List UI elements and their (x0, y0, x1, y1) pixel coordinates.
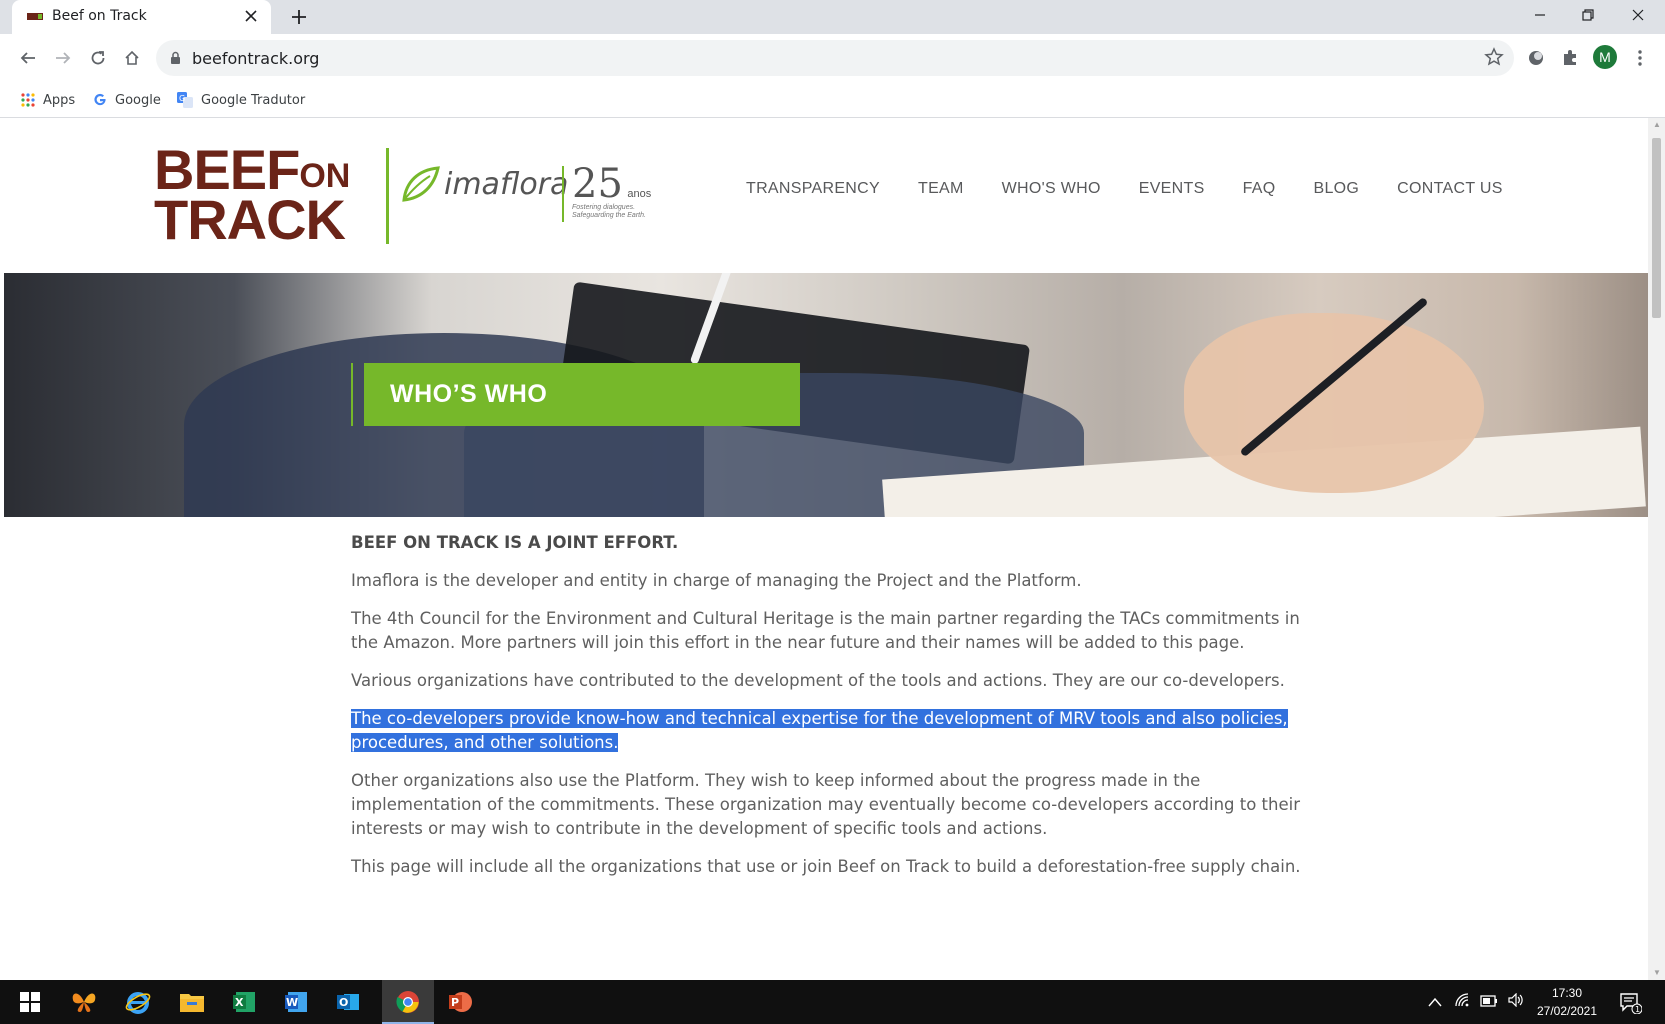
close-tab-icon[interactable] (241, 6, 261, 26)
browser-tab[interactable]: Beef on Track (12, 0, 271, 34)
excel-icon[interactable]: X (228, 986, 260, 1018)
extension-circle-icon[interactable] (1524, 46, 1548, 70)
nav-whos-who[interactable]: WHO'S WHO (1002, 180, 1101, 198)
menu-kebab-icon[interactable] (1628, 46, 1652, 70)
notification-center-icon[interactable]: 1 (1614, 986, 1646, 1018)
scroll-down-arrow-icon[interactable]: ▼ (1653, 968, 1661, 977)
nav-faq[interactable]: FAQ (1243, 180, 1276, 198)
outlook-icon[interactable]: O (332, 986, 364, 1018)
volume-icon[interactable] (1508, 992, 1524, 1012)
article-content: BEEF ON TRACK IS A JOINT EFFORT. Imaflor… (351, 528, 1311, 893)
hero-photo-shape (1184, 313, 1484, 493)
taskbar-clock[interactable]: 17:30 27/02/2021 (1525, 984, 1609, 1020)
site-header: BEEFON TRACK imaflora 25 anos Fostering … (4, 118, 1648, 273)
home-icon[interactable] (118, 44, 146, 72)
url-text: beefontrack.org (192, 49, 320, 68)
wifi-icon[interactable] (1454, 992, 1470, 1013)
google-translate-icon: G (177, 92, 193, 108)
chrome-icon[interactable] (392, 986, 424, 1018)
bookmark-label: Apps (43, 92, 76, 108)
bookmark-label: Google (115, 92, 161, 108)
page-title: WHO’S WHO (390, 380, 548, 408)
address-bar[interactable]: beefontrack.org (156, 40, 1514, 76)
bookmark-label: Google Tradutor (201, 92, 306, 108)
logo-divider-2 (562, 166, 564, 222)
notification-count: 1 (1635, 1005, 1640, 1014)
system-tray (1428, 992, 1524, 1013)
paragraph: Imaflora is the developer and entity in … (351, 571, 1082, 590)
google-icon (93, 93, 107, 107)
paragraph: The 4th Council for the Environment and … (351, 609, 1300, 652)
svg-text:P: P (451, 996, 459, 1009)
nav-team[interactable]: TEAM (918, 180, 964, 198)
butterfly-app-icon[interactable] (68, 986, 100, 1018)
scroll-up-arrow-icon[interactable]: ▲ (1653, 120, 1661, 129)
close-window-button[interactable] (1614, 0, 1662, 30)
extensions-puzzle-icon[interactable] (1558, 46, 1582, 70)
nav-blog[interactable]: BLOG (1313, 180, 1359, 198)
file-explorer-icon[interactable] (176, 986, 208, 1018)
battery-icon[interactable] (1480, 994, 1498, 1012)
bookmark-google[interactable]: Google (93, 88, 161, 112)
nav-transparency[interactable]: TRANSPARENCY (746, 180, 880, 198)
hero-accent-line (351, 363, 353, 426)
paragraph: Other organizations also use the Platfor… (351, 771, 1300, 838)
bookmark-apps[interactable]: Apps (21, 88, 75, 112)
logo-divider (386, 148, 389, 244)
tab-title: Beef on Track (52, 8, 147, 24)
svg-text:W: W (286, 996, 298, 1009)
lock-icon (171, 51, 180, 64)
paragraph-selected: The co-developers provide know-how and t… (351, 707, 1311, 755)
browser-titlebar: Beef on Track (0, 0, 1665, 34)
windows-start-icon[interactable] (14, 986, 46, 1018)
clock-date: 27/02/2021 (1536, 1004, 1598, 1018)
site-logo[interactable]: BEEFON TRACK imaflora 25 anos Fostering … (154, 142, 654, 251)
logo-track: TRACK (154, 188, 346, 251)
apps-grid-icon (21, 93, 35, 107)
page-title-badge: WHO’S WHO (364, 363, 800, 426)
imaflora-leaf-icon (402, 166, 440, 202)
new-tab-button[interactable] (286, 4, 312, 30)
chevron-up-icon[interactable] (1428, 994, 1442, 1012)
imaflora-logo: imaflora (400, 164, 568, 204)
browser-toolbar: beefontrack.org M (0, 34, 1665, 82)
beef-on-track-favicon (27, 13, 43, 20)
internet-explorer-icon[interactable] (122, 986, 154, 1018)
svg-text:X: X (235, 996, 244, 1009)
main-nav: TRANSPARENCY TEAM WHO'S WHO EVENTS FAQ B… (746, 180, 1503, 198)
forward-arrow-icon[interactable] (49, 44, 77, 72)
page-viewport: BEEFON TRACK imaflora 25 anos Fostering … (4, 118, 1648, 980)
svg-text:O: O (339, 996, 348, 1009)
windows-taskbar: X W O P 17:30 27/02/2021 1 (0, 980, 1665, 1024)
page-scrollbar[interactable]: ▲ ▼ (1648, 118, 1665, 980)
scroll-thumb[interactable] (1652, 138, 1661, 318)
paragraph: This page will include all the organizat… (351, 857, 1301, 876)
bookmark-star-icon[interactable] (1484, 47, 1504, 72)
restore-button[interactable] (1564, 0, 1612, 30)
word-icon[interactable]: W (280, 986, 312, 1018)
profile-avatar[interactable]: M (1593, 45, 1617, 69)
back-arrow-icon[interactable] (14, 44, 42, 72)
anniversary-badge: 25 anos Fostering dialogues. Safeguardin… (572, 161, 652, 219)
hero-banner: WHO’S WHO (4, 273, 1648, 517)
bookmarks-bar: Apps Google G Google Tradutor (0, 82, 1665, 118)
reload-icon[interactable] (84, 44, 112, 72)
paragraph: Various organizations have contributed t… (351, 671, 1285, 690)
section-heading: BEEF ON TRACK IS A JOINT EFFORT. (351, 533, 679, 552)
clock-time: 17:30 (1551, 986, 1583, 1000)
nav-contact-us[interactable]: CONTACT US (1397, 180, 1503, 198)
minimize-button[interactable] (1516, 0, 1564, 30)
nav-events[interactable]: EVENTS (1139, 180, 1205, 198)
powerpoint-icon[interactable]: P (444, 986, 476, 1018)
svg-text:G: G (179, 94, 185, 103)
selected-text[interactable]: The co-developers provide know-how and t… (351, 709, 1288, 752)
bookmark-google-translate[interactable]: G Google Tradutor (177, 88, 305, 112)
